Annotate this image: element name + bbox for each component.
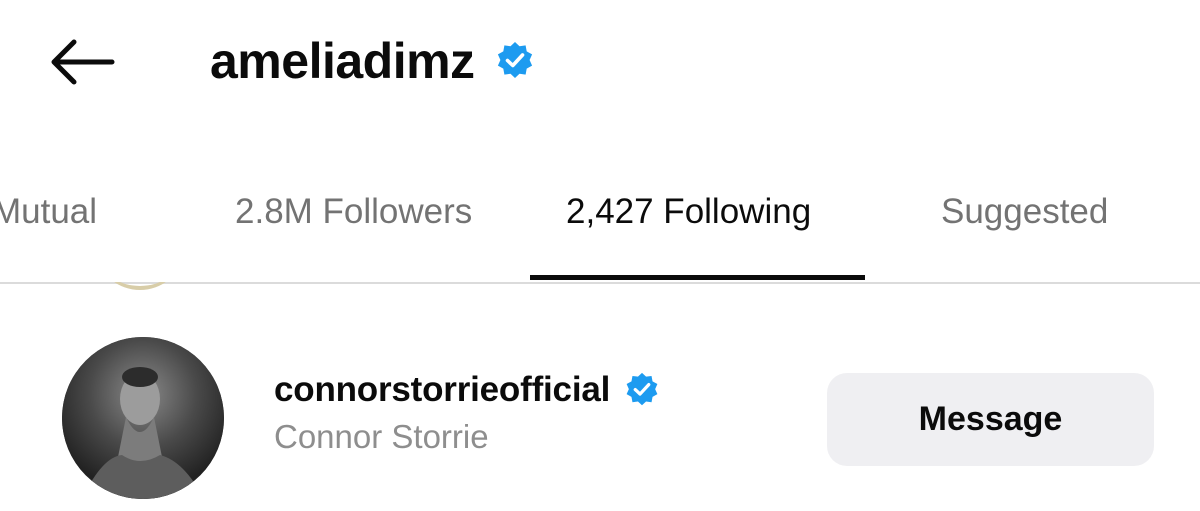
active-tab-indicator — [530, 275, 865, 280]
tabs-divider — [0, 282, 1200, 284]
follow-tabs: Mutual 2.8M Followers 2,427 Following Su… — [0, 180, 1200, 284]
avatar[interactable] — [62, 337, 224, 499]
list-item[interactable]: connorstorrieofficial Connor Storrie Mes… — [0, 320, 1200, 511]
tab-following[interactable]: 2,427 Following — [566, 180, 811, 244]
verified-badge-icon — [624, 372, 660, 408]
following-screen: ameliadimz Mutual 2.8M Followers 2,427 F… — [0, 0, 1200, 511]
message-button[interactable]: Message — [827, 373, 1154, 466]
user-info: connorstorrieofficial Connor Storrie — [274, 368, 660, 456]
profile-username: ameliadimz — [210, 33, 475, 89]
header: ameliadimz — [210, 30, 535, 92]
arrow-left-icon — [46, 37, 116, 92]
tab-mutual[interactable]: Mutual — [0, 180, 97, 244]
tab-followers[interactable]: 2.8M Followers — [235, 180, 472, 244]
verified-badge-icon — [495, 41, 535, 81]
back-button[interactable] — [44, 36, 118, 92]
full-name: Connor Storrie — [274, 418, 489, 455]
username[interactable]: connorstorrieofficial — [274, 370, 610, 410]
tab-suggested[interactable]: Suggested — [941, 180, 1108, 244]
